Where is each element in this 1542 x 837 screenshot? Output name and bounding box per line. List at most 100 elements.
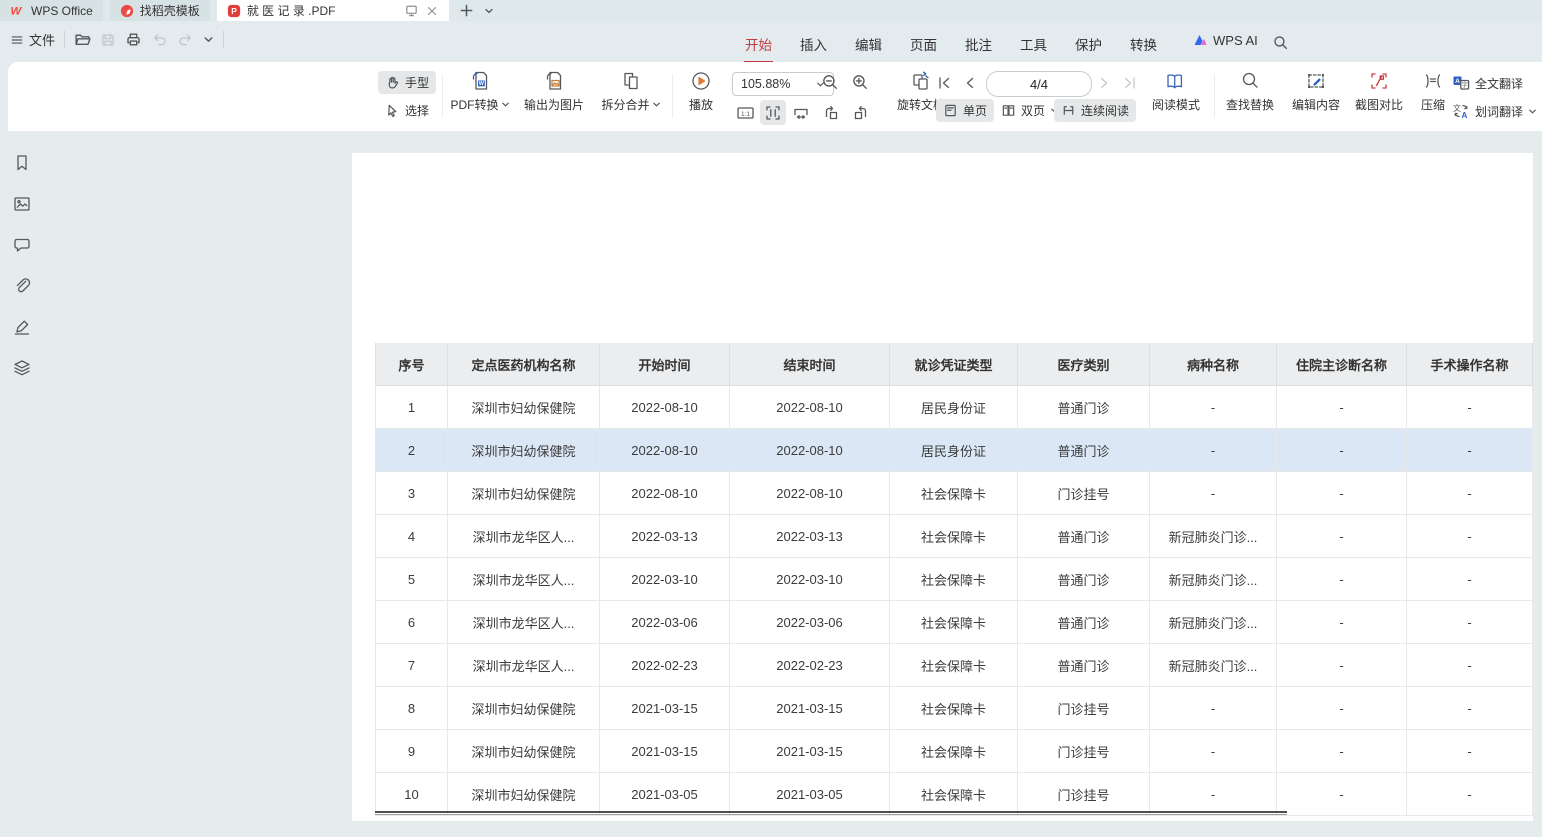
screenshot-compare-button[interactable]: 截图对比 [1348,70,1410,113]
save-icon[interactable] [100,32,116,48]
table-cell: - [1277,687,1407,730]
table-cell: 3 [375,472,448,515]
ribbon-tab-page[interactable]: 页面 [896,27,951,61]
next-page-button[interactable] [1094,73,1114,93]
zoom-out-button[interactable] [820,72,840,92]
hand-tool-button[interactable]: 手型 [378,71,436,94]
table-header-cell: 结束时间 [730,343,890,386]
search-icon[interactable] [1272,34,1289,51]
zoom-in-button[interactable] [850,72,870,92]
divider [442,74,443,118]
table-cell: 普通门诊 [1018,429,1150,472]
table-header-cell: 手术操作名称 [1407,343,1533,386]
table-cell: 深圳市龙华区人... [448,644,600,687]
tab-wps-office[interactable]: W WPS Office [0,0,103,21]
pdf-page: 序号定点医药机构名称开始时间结束时间就诊凭证类型医疗类别病种名称住院主诊断名称手… [352,153,1533,821]
zoom-level-dropdown[interactable]: 105.88% [732,72,834,96]
tab-medical-record-pdf[interactable]: P 就 医 记 录 .PDF [217,0,449,21]
close-tab-icon[interactable] [425,4,439,18]
more-history-chevron-icon[interactable] [203,34,214,45]
table-cell: - [1277,386,1407,429]
ribbon-tab-edit[interactable]: 编辑 [841,27,896,61]
open-in-window-icon[interactable] [404,3,419,18]
ribbon-tab-home[interactable]: 开始 [731,27,786,61]
table-cell: - [1407,472,1533,515]
table-header-cell: 住院主诊断名称 [1277,343,1407,386]
rotate-left-button[interactable] [818,100,844,125]
double-page-label: 双页 [1021,102,1045,119]
svg-text:1:1: 1:1 [740,110,749,117]
table-cell: 2022-03-10 [600,558,730,601]
continuous-reading-icon [1061,103,1076,118]
rotate-document-icon [910,70,932,92]
rotate-right-icon [852,104,870,122]
table-cell: - [1150,472,1277,515]
table-cell: - [1150,773,1277,816]
new-tab-plus-icon[interactable] [459,3,474,18]
previous-page-button[interactable] [960,73,980,93]
tab-list-chevron-icon[interactable] [484,6,494,16]
table-cell: 社会保障卡 [890,472,1018,515]
print-icon[interactable] [125,31,142,48]
ribbon-tab-tools[interactable]: 工具 [1006,27,1061,61]
table-cell: - [1407,515,1533,558]
bookmarks-panel-button[interactable] [10,151,34,175]
signature-panel-button[interactable] [10,315,34,339]
bookmark-icon [12,153,32,173]
compress-button[interactable]: 压缩 [1410,70,1456,113]
thumbnails-panel-button[interactable] [10,192,34,216]
rotate-left-icon [822,104,840,122]
pdf-convert-button[interactable]: W PDF转换 [444,70,516,113]
table-cell: - [1407,386,1533,429]
split-merge-button[interactable]: 拆分合并 [594,70,668,113]
table-cell: 2021-03-05 [730,773,890,816]
rotate-right-button[interactable] [848,100,874,125]
ribbon-tab-convert[interactable]: 转换 [1116,27,1171,61]
single-page-button[interactable]: 单页 [936,99,994,122]
open-file-icon[interactable] [74,31,91,48]
actual-size-button[interactable]: 1:1 [732,100,758,125]
table-cell: - [1277,515,1407,558]
compress-label: 压缩 [1421,96,1445,113]
book-icon [1165,70,1187,92]
divider [64,31,65,48]
fit-width-button[interactable] [788,100,814,125]
table-cell: - [1407,773,1533,816]
table-header-cell: 医疗类别 [1018,343,1150,386]
redo-icon[interactable] [177,31,194,48]
edit-content-button[interactable]: 编辑内容 [1284,70,1348,113]
divider [1214,74,1215,118]
select-tool-button[interactable]: 选择 [378,99,436,122]
file-menu-button[interactable]: 文件 [10,30,55,49]
play-button[interactable]: 播放 [676,70,726,113]
table-cell: 2022-03-13 [600,515,730,558]
word-translate-button[interactable]: 文 A 划词翻译 [1452,102,1537,120]
comments-panel-button[interactable] [10,233,34,257]
tab-docer-templates[interactable]: 找稻壳模板 [110,0,210,21]
hand-icon [385,75,400,90]
table-cell: 门诊挂号 [1018,472,1150,515]
layers-panel-button[interactable] [10,356,34,380]
find-replace-button[interactable]: 查找替换 [1218,70,1282,113]
ribbon-tabs: 开始 插入 编辑 页面 批注 工具 保护 转换 [731,27,1171,61]
svg-text:字: 字 [1462,81,1468,89]
ribbon-tab-insert[interactable]: 插入 [786,27,841,61]
wps-ai-button[interactable]: WPS AI [1192,32,1258,48]
table-cell: - [1277,730,1407,773]
table-cell: - [1277,558,1407,601]
table-cell: 社会保障卡 [890,773,1018,816]
ribbon-tab-protect[interactable]: 保护 [1061,27,1116,61]
read-mode-button[interactable]: 阅读模式 [1144,70,1208,113]
ribbon-tab-comment[interactable]: 批注 [951,27,1006,61]
export-image-button[interactable]: 输出为图片 [516,70,592,113]
continuous-reading-button[interactable]: 连续阅读 [1054,99,1136,122]
full-translate-button[interactable]: A 字 全文翻译 [1452,74,1523,92]
last-page-button[interactable] [1120,73,1140,93]
zoom-level-value: 105.88% [741,77,790,91]
export-image-icon [543,70,565,92]
first-page-button[interactable] [934,73,954,93]
attachments-panel-button[interactable] [10,274,34,298]
page-number-input[interactable] [986,71,1092,97]
undo-icon[interactable] [151,31,168,48]
fit-page-button[interactable] [760,100,786,125]
